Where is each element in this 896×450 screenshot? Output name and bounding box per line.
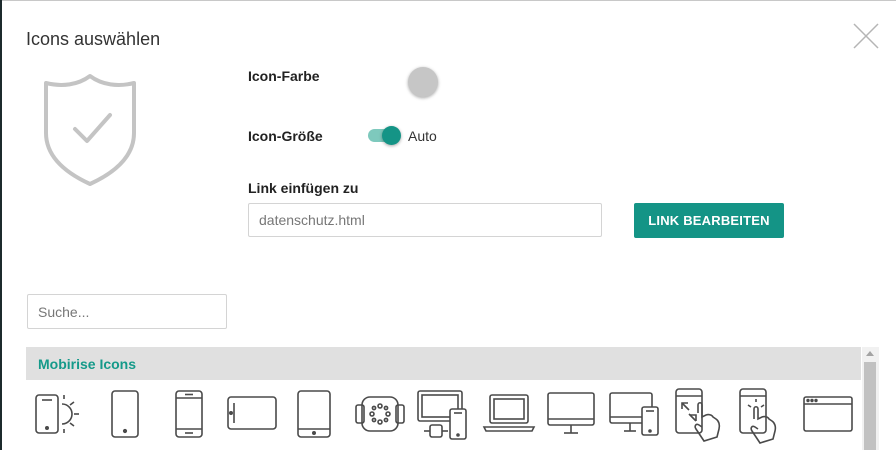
- phone-pinch-icon[interactable]: [672, 385, 732, 445]
- icon-grid: [26, 385, 861, 450]
- icon-size-label: Icon-Größe: [248, 128, 323, 144]
- laptop-icon[interactable]: [480, 385, 540, 445]
- phone-buttons-icon[interactable]: [160, 385, 220, 445]
- scrollbar-thumb[interactable]: [864, 362, 876, 450]
- browser-window-icon[interactable]: [800, 385, 860, 445]
- icon-color-label: Icon-Farbe: [248, 68, 320, 84]
- dialog-title: Icons auswählen: [26, 29, 161, 49]
- smartwatch-icon[interactable]: [352, 385, 412, 445]
- link-input[interactable]: [248, 203, 602, 237]
- link-label: Link einfügen zu: [248, 180, 359, 196]
- close-icon[interactable]: [852, 22, 880, 50]
- smartphone-icon[interactable]: [96, 385, 156, 445]
- icon-library-name: Mobirise Icons: [38, 356, 137, 372]
- phone-tap-icon[interactable]: [736, 385, 796, 445]
- icon-size-value: Auto: [408, 128, 437, 144]
- icon-library-header[interactable]: Mobirise Icons: [26, 347, 861, 380]
- scroll-up-arrow-icon[interactable]: [866, 351, 874, 356]
- icon-color-picker[interactable]: [408, 67, 438, 97]
- icon-size-auto-toggle[interactable]: [368, 126, 402, 145]
- tablet-portrait-icon[interactable]: [288, 385, 348, 445]
- edit-link-button[interactable]: LINK BEARBEITEN: [634, 203, 784, 238]
- phone-brightness-icon[interactable]: [32, 385, 92, 445]
- icon-search-input[interactable]: [27, 294, 227, 329]
- icon-picker-dialog: Icons auswählen Icon-Farbe Icon-Größe Au…: [2, 0, 896, 450]
- icon-list-scrollbar[interactable]: [862, 347, 879, 450]
- shield-check-icon: [40, 73, 140, 192]
- tablet-landscape-icon[interactable]: [224, 385, 284, 445]
- devices-icon[interactable]: [416, 385, 476, 445]
- desktop-icon[interactable]: [544, 385, 604, 445]
- desktop-phone-icon[interactable]: [608, 385, 668, 445]
- toggle-knob: [382, 126, 401, 145]
